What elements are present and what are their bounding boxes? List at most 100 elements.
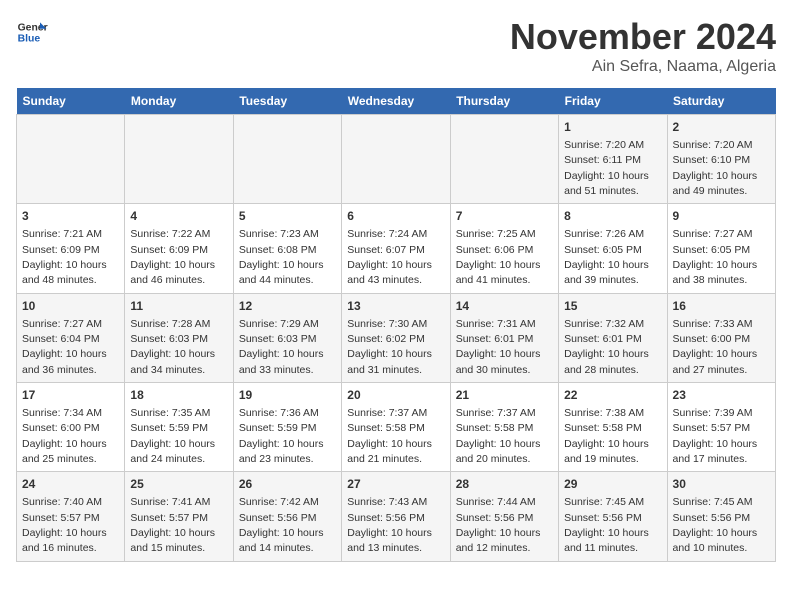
day-info: Sunrise: 7:42 AM Sunset: 5:56 PM Dayligh… <box>239 496 324 554</box>
logo-icon: General Blue <box>16 16 48 48</box>
calendar-table: SundayMondayTuesdayWednesdayThursdayFrid… <box>16 88 776 562</box>
calendar-cell: 20 Sunrise: 7:37 AM Sunset: 5:58 PM Dayli… <box>342 383 450 472</box>
day-info: Sunrise: 7:35 AM Sunset: 5:59 PM Dayligh… <box>130 407 215 465</box>
calendar-week-5: 24Sunrise: 7:40 AM Sunset: 5:57 PM Dayli… <box>17 472 776 561</box>
day-number: 26 <box>239 476 336 493</box>
day-info: Sunrise: 7:45 AM Sunset: 5:56 PM Dayligh… <box>564 496 649 554</box>
svg-text:Blue: Blue <box>18 34 41 45</box>
title-block: November 2024 Ain Sefra, Naama, Algeria <box>510 16 776 76</box>
day-info: Sunrise: 7:41 AM Sunset: 5:57 PM Dayligh… <box>130 496 215 554</box>
day-number: 24 <box>22 476 119 493</box>
day-info: Sunrise: 7:24 AM Sunset: 6:07 PM Dayligh… <box>347 228 432 286</box>
calendar-cell: 3 Sunrise: 7:21 AM Sunset: 6:09 PM Daylig… <box>17 204 125 293</box>
day-info: Sunrise: 7:28 AM Sunset: 6:03 PM Dayligh… <box>130 318 215 376</box>
day-number: 29 <box>564 476 661 493</box>
calendar-cell <box>342 115 450 204</box>
day-info: Sunrise: 7:45 AM Sunset: 5:56 PM Dayligh… <box>673 496 758 554</box>
header-day-saturday: Saturday <box>667 88 775 115</box>
day-info: Sunrise: 7:37 AM Sunset: 5:58 PM Dayligh… <box>347 407 432 465</box>
day-number: 5 <box>239 208 336 225</box>
calendar-cell: 11 Sunrise: 7:28 AM Sunset: 6:03 PM Dayli… <box>125 293 233 382</box>
day-number: 12 <box>239 298 336 315</box>
calendar-cell: 10 Sunrise: 7:27 AM Sunset: 6:04 PM Dayli… <box>17 293 125 382</box>
calendar-cell: 4 Sunrise: 7:22 AM Sunset: 6:09 PM Daylig… <box>125 204 233 293</box>
day-number: 13 <box>347 298 444 315</box>
day-number: 23 <box>673 387 770 404</box>
header-row: SundayMondayTuesdayWednesdayThursdayFrid… <box>17 88 776 115</box>
day-info: Sunrise: 7:22 AM Sunset: 6:09 PM Dayligh… <box>130 228 215 286</box>
day-info: Sunrise: 7:30 AM Sunset: 6:02 PM Dayligh… <box>347 318 432 376</box>
day-number: 16 <box>673 298 770 315</box>
day-info: Sunrise: 7:38 AM Sunset: 5:58 PM Dayligh… <box>564 407 649 465</box>
calendar-cell: 18 Sunrise: 7:35 AM Sunset: 5:59 PM Dayli… <box>125 383 233 472</box>
day-info: Sunrise: 7:23 AM Sunset: 6:08 PM Dayligh… <box>239 228 324 286</box>
day-info: Sunrise: 7:32 AM Sunset: 6:01 PM Dayligh… <box>564 318 649 376</box>
day-number: 1 <box>564 119 661 136</box>
header-day-sunday: Sunday <box>17 88 125 115</box>
calendar-cell: 12Sunrise: 7:29 AM Sunset: 6:03 PM Dayli… <box>233 293 341 382</box>
day-number: 17 <box>22 387 119 404</box>
day-number: 10 <box>22 298 119 315</box>
day-number: 28 <box>456 476 553 493</box>
day-info: Sunrise: 7:27 AM Sunset: 6:04 PM Dayligh… <box>22 318 107 376</box>
day-number: 25 <box>130 476 227 493</box>
day-number: 2 <box>673 119 770 136</box>
day-info: Sunrise: 7:27 AM Sunset: 6:05 PM Dayligh… <box>673 228 758 286</box>
day-number: 18 <box>130 387 227 404</box>
calendar-cell: 5 Sunrise: 7:23 AM Sunset: 6:08 PM Daylig… <box>233 204 341 293</box>
calendar-cell: 30Sunrise: 7:45 AM Sunset: 5:56 PM Dayli… <box>667 472 775 561</box>
day-number: 6 <box>347 208 444 225</box>
day-number: 22 <box>564 387 661 404</box>
calendar-cell: 8Sunrise: 7:26 AM Sunset: 6:05 PM Daylig… <box>559 204 667 293</box>
calendar-cell: 23 Sunrise: 7:39 AM Sunset: 5:57 PM Dayli… <box>667 383 775 472</box>
calendar-cell: 17 Sunrise: 7:34 AM Sunset: 6:00 PM Dayli… <box>17 383 125 472</box>
calendar-cell <box>17 115 125 204</box>
day-number: 27 <box>347 476 444 493</box>
calendar-cell: 14 Sunrise: 7:31 AM Sunset: 6:01 PM Dayli… <box>450 293 558 382</box>
day-info: Sunrise: 7:20 AM Sunset: 6:10 PM Dayligh… <box>673 139 758 197</box>
calendar-cell: 28 Sunrise: 7:44 AM Sunset: 5:56 PM Dayli… <box>450 472 558 561</box>
header-day-wednesday: Wednesday <box>342 88 450 115</box>
day-number: 20 <box>347 387 444 404</box>
day-number: 14 <box>456 298 553 315</box>
calendar-cell: 1Sunrise: 7:20 AM Sunset: 6:11 PM Daylig… <box>559 115 667 204</box>
page-header: General Blue November 2024 Ain Sefra, Na… <box>16 16 776 76</box>
day-number: 21 <box>456 387 553 404</box>
page-title: November 2024 <box>510 16 776 58</box>
day-number: 15 <box>564 298 661 315</box>
day-info: Sunrise: 7:25 AM Sunset: 6:06 PM Dayligh… <box>456 228 541 286</box>
day-info: Sunrise: 7:39 AM Sunset: 5:57 PM Dayligh… <box>673 407 758 465</box>
calendar-cell: 16 Sunrise: 7:33 AM Sunset: 6:00 PM Dayli… <box>667 293 775 382</box>
day-number: 7 <box>456 208 553 225</box>
calendar-cell: 15 Sunrise: 7:32 AM Sunset: 6:01 PM Dayli… <box>559 293 667 382</box>
header-day-tuesday: Tuesday <box>233 88 341 115</box>
calendar-week-1: 1Sunrise: 7:20 AM Sunset: 6:11 PM Daylig… <box>17 115 776 204</box>
day-number: 11 <box>130 298 227 315</box>
calendar-cell: 21Sunrise: 7:37 AM Sunset: 5:58 PM Dayli… <box>450 383 558 472</box>
calendar-body: 1Sunrise: 7:20 AM Sunset: 6:11 PM Daylig… <box>17 115 776 562</box>
day-info: Sunrise: 7:21 AM Sunset: 6:09 PM Dayligh… <box>22 228 107 286</box>
calendar-cell: 29 Sunrise: 7:45 AM Sunset: 5:56 PM Dayli… <box>559 472 667 561</box>
calendar-cell: 19Sunrise: 7:36 AM Sunset: 5:59 PM Dayli… <box>233 383 341 472</box>
calendar-cell: 26 Sunrise: 7:42 AM Sunset: 5:56 PM Dayli… <box>233 472 341 561</box>
day-info: Sunrise: 7:33 AM Sunset: 6:00 PM Dayligh… <box>673 318 758 376</box>
calendar-cell: 25 Sunrise: 7:41 AM Sunset: 5:57 PM Dayli… <box>125 472 233 561</box>
header-day-friday: Friday <box>559 88 667 115</box>
day-number: 3 <box>22 208 119 225</box>
logo: General Blue <box>16 16 48 48</box>
day-number: 4 <box>130 208 227 225</box>
calendar-cell: 27Sunrise: 7:43 AM Sunset: 5:56 PM Dayli… <box>342 472 450 561</box>
calendar-cell: 13 Sunrise: 7:30 AM Sunset: 6:02 PM Dayli… <box>342 293 450 382</box>
calendar-header: SundayMondayTuesdayWednesdayThursdayFrid… <box>17 88 776 115</box>
page-subtitle: Ain Sefra, Naama, Algeria <box>510 58 776 76</box>
day-info: Sunrise: 7:31 AM Sunset: 6:01 PM Dayligh… <box>456 318 541 376</box>
day-number: 19 <box>239 387 336 404</box>
day-info: Sunrise: 7:34 AM Sunset: 6:00 PM Dayligh… <box>22 407 107 465</box>
header-day-thursday: Thursday <box>450 88 558 115</box>
day-info: Sunrise: 7:44 AM Sunset: 5:56 PM Dayligh… <box>456 496 541 554</box>
day-info: Sunrise: 7:26 AM Sunset: 6:05 PM Dayligh… <box>564 228 649 286</box>
day-number: 9 <box>673 208 770 225</box>
calendar-cell: 9 Sunrise: 7:27 AM Sunset: 6:05 PM Daylig… <box>667 204 775 293</box>
calendar-cell <box>125 115 233 204</box>
calendar-cell <box>450 115 558 204</box>
